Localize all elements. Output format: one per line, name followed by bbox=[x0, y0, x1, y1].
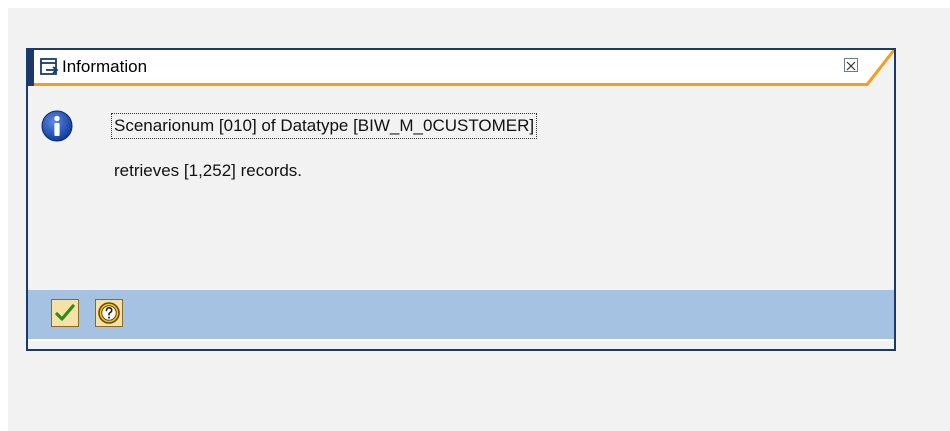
window-arrow-icon bbox=[40, 58, 59, 75]
close-button[interactable] bbox=[844, 58, 858, 72]
button-bar bbox=[28, 290, 894, 339]
ok-button[interactable] bbox=[51, 299, 79, 327]
checkmark-icon bbox=[55, 304, 75, 321]
close-icon bbox=[846, 61, 856, 71]
dialog-title: Information bbox=[62, 57, 148, 76]
title-slant-decoration bbox=[866, 50, 894, 86]
help-icon bbox=[98, 302, 120, 324]
information-dialog: Information Scenarionum [010] of Datatyp… bbox=[26, 48, 896, 351]
footer-divider bbox=[28, 339, 894, 341]
message-line-1[interactable]: Scenarionum [010] of Datatype [BIW_M_0CU… bbox=[111, 113, 538, 139]
title-bar[interactable]: Information bbox=[28, 50, 894, 86]
message-line-2: retrieves [1,252] records. bbox=[114, 161, 303, 180]
info-icon bbox=[41, 110, 73, 142]
title-background bbox=[34, 50, 894, 83]
dialog-content: Scenarionum [010] of Datatype [BIW_M_0CU… bbox=[28, 86, 894, 290]
help-button[interactable] bbox=[95, 299, 123, 327]
